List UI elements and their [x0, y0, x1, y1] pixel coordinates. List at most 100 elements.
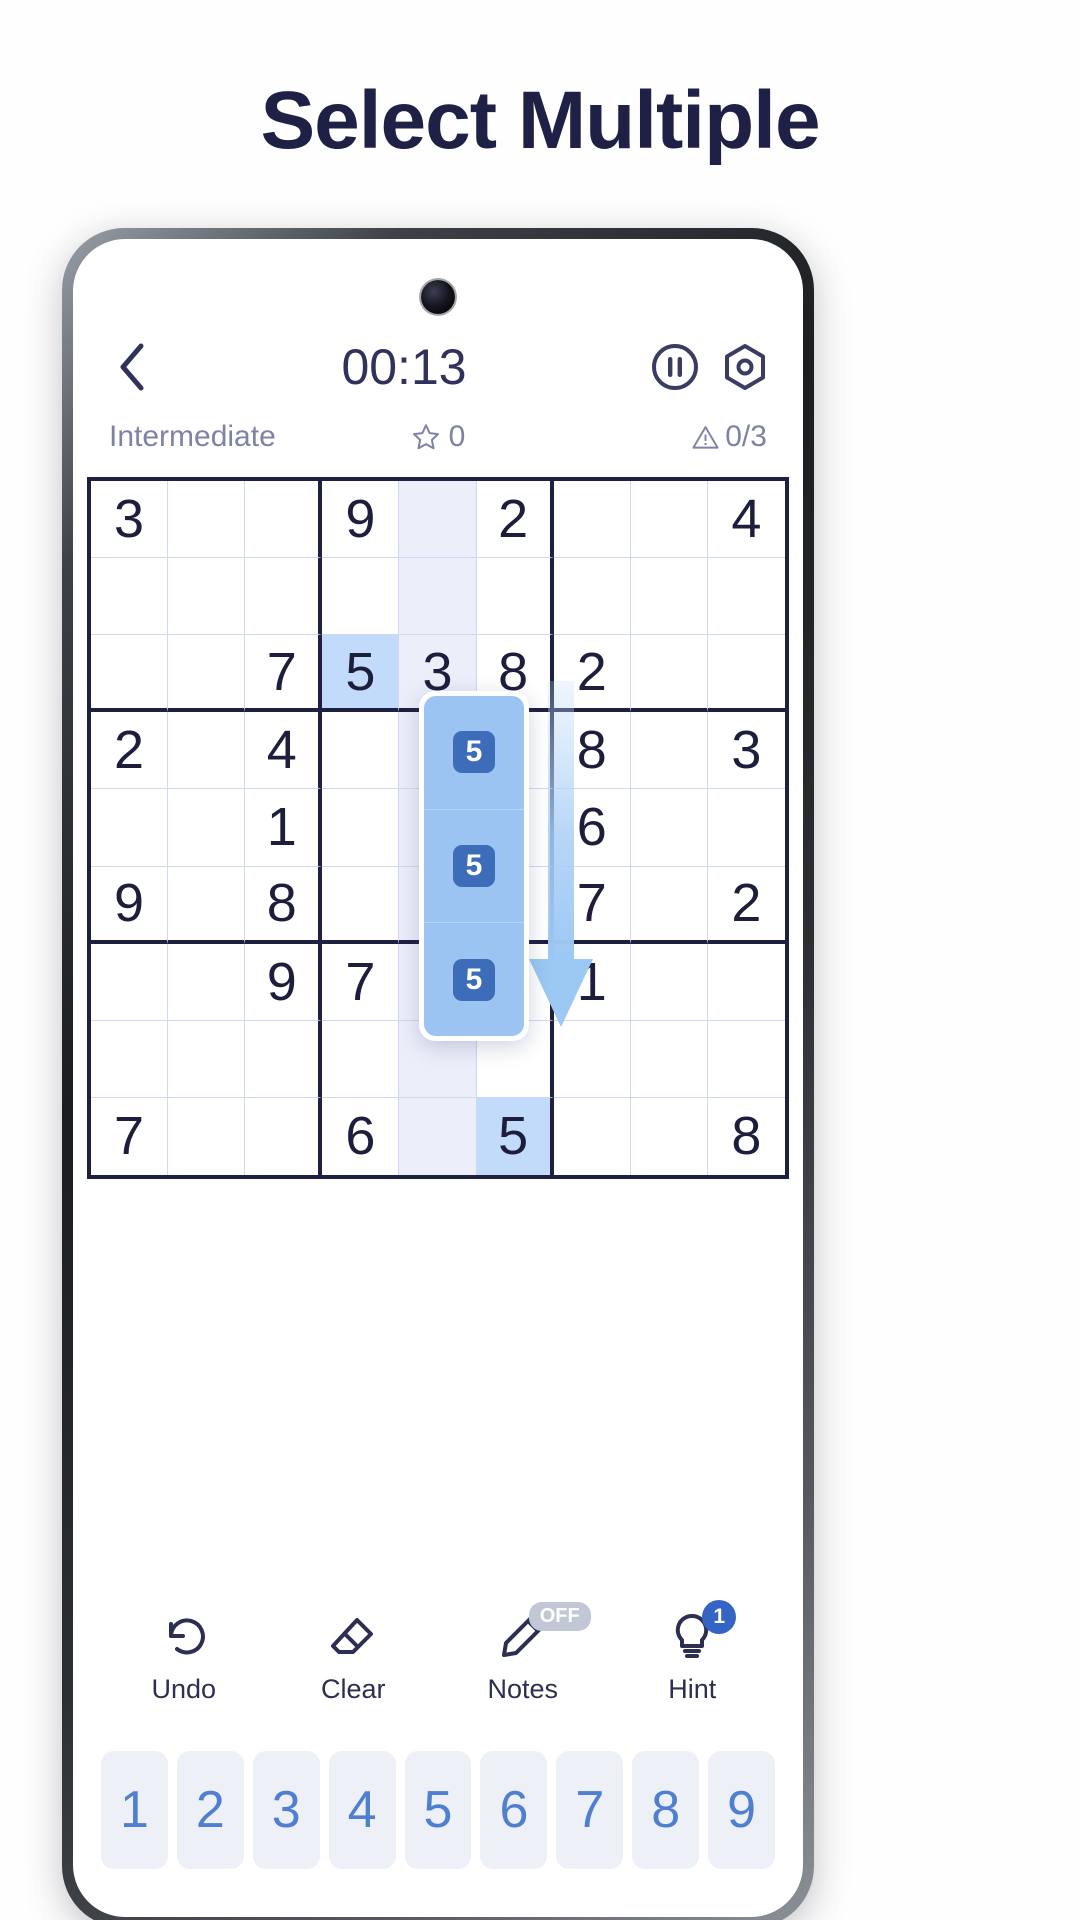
sudoku-cell[interactable]: [553, 1020, 631, 1098]
game-topbar: 00:13: [73, 331, 803, 403]
sudoku-cell[interactable]: 3: [91, 481, 169, 559]
sudoku-cell[interactable]: 2: [91, 712, 169, 790]
sudoku-cell[interactable]: 8: [553, 712, 631, 790]
sudoku-cell[interactable]: [322, 712, 400, 790]
notes-button[interactable]: Notes OFF: [455, 1602, 591, 1705]
sudoku-cell[interactable]: [168, 481, 246, 559]
sudoku-cell[interactable]: 2: [707, 866, 785, 944]
sudoku-cell[interactable]: 3: [707, 712, 785, 790]
sudoku-cell[interactable]: 7: [553, 866, 631, 944]
sudoku-cell[interactable]: [168, 1020, 246, 1098]
sudoku-cell[interactable]: [707, 789, 785, 867]
number-key-6[interactable]: 6: [480, 1751, 548, 1869]
sudoku-cell[interactable]: [630, 1020, 708, 1098]
sudoku-cell[interactable]: [168, 943, 246, 1021]
sudoku-cell[interactable]: 2: [553, 635, 631, 713]
settings-button[interactable]: [719, 341, 771, 393]
sudoku-cell[interactable]: 2: [476, 481, 554, 559]
number-key-3[interactable]: 3: [252, 1751, 320, 1869]
sudoku-cell[interactable]: [553, 1097, 631, 1175]
sudoku-cell[interactable]: [399, 1097, 477, 1175]
sudoku-cell[interactable]: [168, 789, 246, 867]
sudoku-cell[interactable]: 9: [322, 481, 400, 559]
sudoku-cell[interactable]: [399, 558, 477, 636]
number-key-9[interactable]: 9: [708, 1751, 776, 1869]
sudoku-cell[interactable]: [630, 1097, 708, 1175]
sudoku-cell[interactable]: [168, 635, 246, 713]
sudoku-cell[interactable]: [245, 481, 323, 559]
sudoku-cell[interactable]: [630, 481, 708, 559]
cell-value: 8: [731, 1106, 762, 1167]
sudoku-cell[interactable]: [168, 558, 246, 636]
sudoku-cell[interactable]: [630, 712, 708, 790]
sudoku-cell[interactable]: [707, 558, 785, 636]
sudoku-cell[interactable]: [630, 635, 708, 713]
sudoku-cell[interactable]: 5: [322, 635, 400, 713]
number-key-1[interactable]: 1: [101, 1751, 168, 1869]
undo-button[interactable]: Undo: [116, 1608, 252, 1705]
popup-value-chip: 5: [453, 731, 495, 774]
sudoku-cell[interactable]: 9: [245, 943, 323, 1021]
sudoku-cell[interactable]: [553, 481, 631, 559]
popup-cell[interactable]: 5: [424, 923, 524, 1036]
sudoku-cell[interactable]: [707, 1020, 785, 1098]
sudoku-cell[interactable]: 7: [91, 1097, 169, 1175]
sudoku-cell[interactable]: 8: [245, 866, 323, 944]
action-label: Hint: [668, 1674, 717, 1704]
clear-button[interactable]: Clear: [285, 1608, 421, 1705]
sudoku-cell[interactable]: [91, 943, 169, 1021]
sudoku-cell[interactable]: [245, 558, 323, 636]
cell-value: 2: [498, 489, 529, 550]
number-key-7[interactable]: 7: [556, 1751, 624, 1869]
multi-select-popup[interactable]: 5 5 5: [419, 691, 529, 1041]
sudoku-cell[interactable]: [168, 1097, 246, 1175]
pause-button[interactable]: [649, 341, 701, 393]
sudoku-cell[interactable]: [707, 635, 785, 713]
game-timer: 00:13: [341, 339, 467, 395]
sudoku-cell[interactable]: 4: [245, 712, 323, 790]
sudoku-cell[interactable]: 7: [245, 635, 323, 713]
sudoku-cell[interactable]: 1: [553, 943, 631, 1021]
sudoku-cell[interactable]: [168, 712, 246, 790]
sudoku-cell[interactable]: [399, 481, 477, 559]
front-camera-icon: [421, 280, 455, 314]
sudoku-cell[interactable]: [322, 1020, 400, 1098]
sudoku-cell[interactable]: [322, 866, 400, 944]
sudoku-cell[interactable]: [91, 1020, 169, 1098]
warning-triangle-icon: [692, 425, 719, 449]
sudoku-cell[interactable]: [91, 558, 169, 636]
sudoku-cell[interactable]: [245, 1097, 323, 1175]
sudoku-cell[interactable]: [168, 866, 246, 944]
hint-button[interactable]: Hint 1: [624, 1600, 760, 1705]
sudoku-cell[interactable]: [630, 789, 708, 867]
sudoku-cell[interactable]: [553, 558, 631, 636]
sudoku-cell[interactable]: [630, 866, 708, 944]
sudoku-cell[interactable]: 4: [707, 481, 785, 559]
settings-hex-icon: [725, 344, 765, 390]
number-key-4[interactable]: 4: [328, 1751, 396, 1869]
sudoku-cell[interactable]: [322, 558, 400, 636]
sudoku-cell[interactable]: 1: [245, 789, 323, 867]
sudoku-cell[interactable]: [91, 789, 169, 867]
sudoku-cell[interactable]: [476, 558, 554, 636]
sudoku-cell[interactable]: [91, 635, 169, 713]
number-key-2[interactable]: 2: [176, 1751, 244, 1869]
popup-cell[interactable]: 5: [424, 809, 524, 924]
sudoku-cell[interactable]: 9: [91, 866, 169, 944]
sudoku-cell[interactable]: 8: [707, 1097, 785, 1175]
number-key-8[interactable]: 8: [632, 1751, 700, 1869]
sudoku-cell[interactable]: [630, 943, 708, 1021]
popup-cell[interactable]: 5: [424, 696, 524, 810]
game-statusbar: Intermediate 0 0/3: [73, 409, 803, 465]
number-key-5[interactable]: 5: [404, 1751, 472, 1869]
sudoku-cell[interactable]: [322, 789, 400, 867]
sudoku-cell[interactable]: [630, 558, 708, 636]
cell-value: 2: [731, 873, 762, 934]
sudoku-cell[interactable]: [245, 1020, 323, 1098]
sudoku-cell[interactable]: 6: [553, 789, 631, 867]
back-button[interactable]: [105, 340, 159, 394]
sudoku-cell[interactable]: 5: [476, 1097, 554, 1175]
sudoku-cell[interactable]: 6: [322, 1097, 400, 1175]
sudoku-cell[interactable]: 7: [322, 943, 400, 1021]
sudoku-cell[interactable]: [707, 943, 785, 1021]
